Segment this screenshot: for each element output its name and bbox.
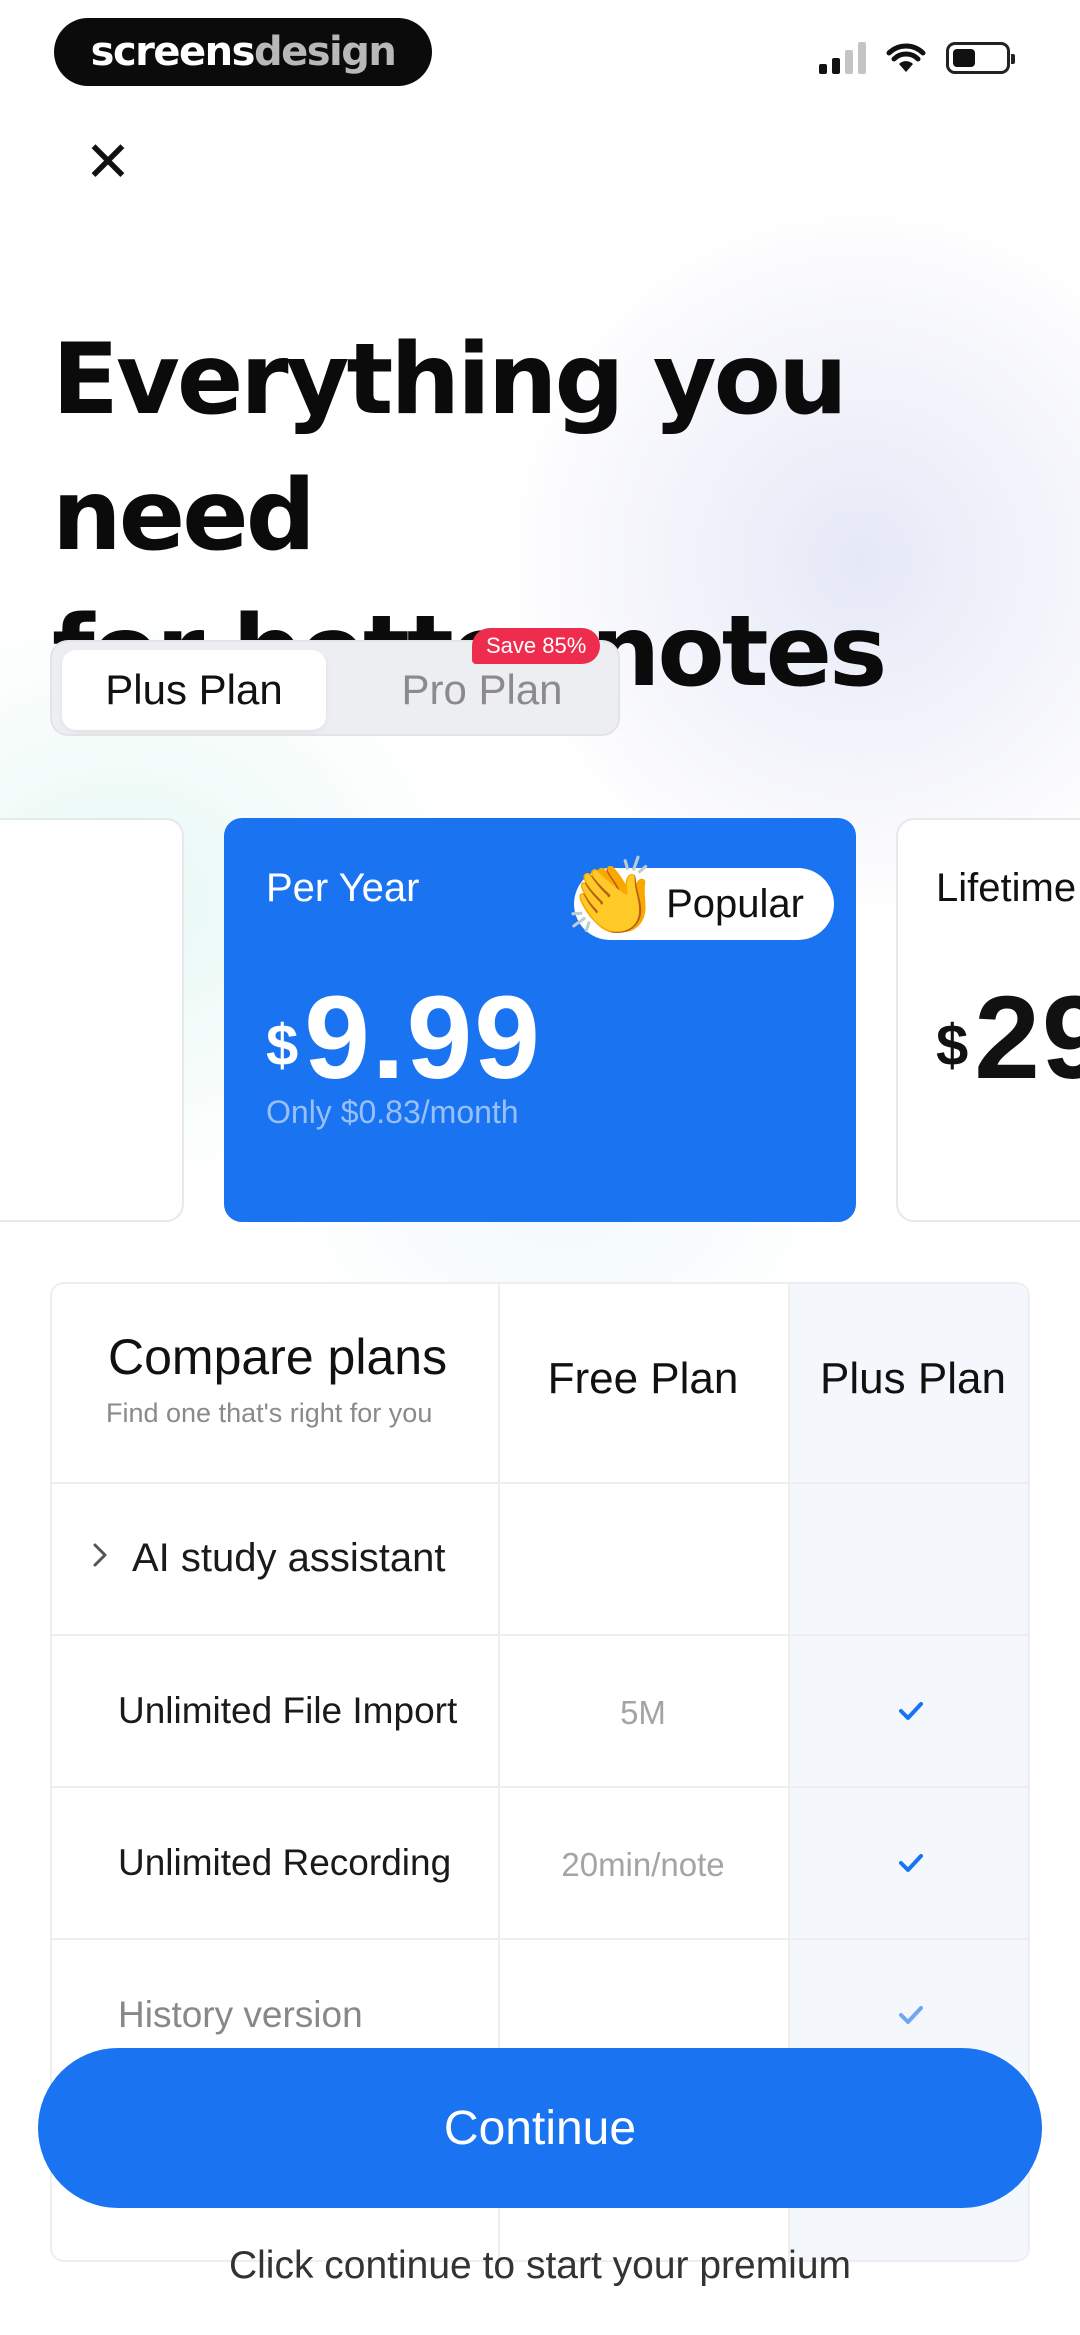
row-divider xyxy=(52,1634,1028,1636)
compare-title: Compare plans xyxy=(108,1329,448,1385)
check-icon xyxy=(899,1854,923,1872)
paywall-screen: screensdesign ✕ Everything you need for … xyxy=(0,0,1080,2335)
plan-toggle: Plus Plan Pro Plan Save 85% xyxy=(50,628,620,736)
row-label-ai-study-assistant[interactable]: AI study assistant xyxy=(132,1536,445,1581)
check-icon xyxy=(899,2006,923,2024)
price-card-lifetime[interactable]: Lifetime $ 29 xyxy=(896,818,1080,1222)
row-value-free: 20min/note xyxy=(561,1846,725,1883)
row-label-recording: Unlimited Recording xyxy=(118,1842,452,1883)
column-header-free: Free Plan xyxy=(547,1354,739,1403)
compare-subtitle: Find one that's right for you xyxy=(106,1398,433,1428)
card-period: Lifetime xyxy=(936,866,1077,910)
price-amount: 9.99 xyxy=(304,972,542,1104)
clapping-hands-icon: 👏 xyxy=(564,855,660,940)
brand-text-part2: design xyxy=(253,29,397,75)
card-price: $ 9.99 xyxy=(266,970,542,1106)
check-icon xyxy=(899,1702,923,1720)
row-divider xyxy=(52,1482,1028,1484)
status-icons xyxy=(819,42,1015,74)
card-price: $ 29 xyxy=(936,970,1080,1106)
column-header-plus: Plus Plan xyxy=(820,1354,1006,1403)
brand-logo: screens design xyxy=(54,18,432,86)
tab-plus-plan[interactable]: Plus Plan xyxy=(62,650,326,730)
card-subprice: Only $0.83/month xyxy=(266,1094,519,1130)
wifi-icon xyxy=(886,43,926,72)
brand-text-part1: screens xyxy=(90,29,256,75)
price-currency: $ xyxy=(936,1013,969,1078)
price-currency: $ xyxy=(266,1013,299,1078)
battery-icon xyxy=(946,42,1015,74)
card-period: Per Year xyxy=(266,866,420,910)
price-card-left[interactable] xyxy=(0,818,184,1222)
popular-label: Popular xyxy=(666,881,804,926)
chevron-right-icon[interactable] xyxy=(88,1540,112,1570)
price-amount: 29 xyxy=(974,972,1080,1104)
cellular-signal-icon xyxy=(819,42,866,74)
headline-line-1: Everything you need xyxy=(52,323,848,573)
row-value-free: 5M xyxy=(620,1694,666,1731)
price-card-yearly[interactable]: Per Year Popular 👏 $ 9.99 Only $0.83/mon… xyxy=(224,818,856,1222)
row-label-file-import: Unlimited File Import xyxy=(118,1690,458,1731)
row-divider xyxy=(52,1786,1028,1788)
continue-button[interactable]: Continue xyxy=(38,2048,1042,2208)
save-badge: Save 85% xyxy=(472,628,601,664)
close-icon[interactable]: ✕ xyxy=(80,134,136,190)
row-divider xyxy=(52,1938,1028,1940)
footnote-text: Click continue to start your premium xyxy=(228,2244,852,2287)
row-label-history-version: History version xyxy=(118,1994,363,2035)
